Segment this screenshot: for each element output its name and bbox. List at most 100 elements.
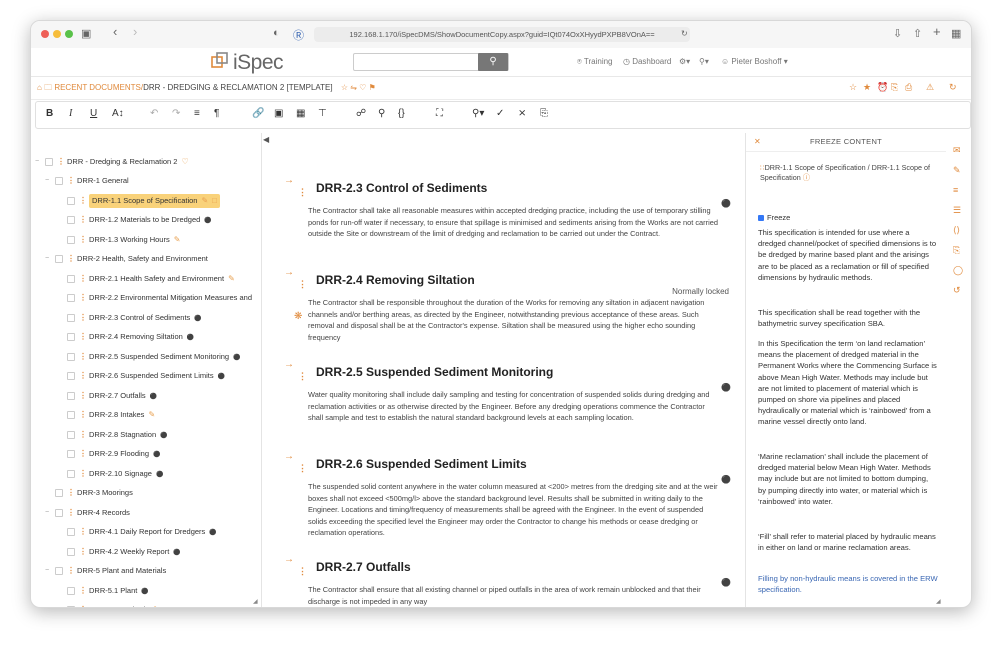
spellcheck-icon[interactable]: ✓ (496, 108, 504, 119)
drag-handle-icon[interactable]: ⋮ (298, 371, 307, 382)
print-icon[interactable]: ⎙ (905, 82, 912, 93)
download-icon[interactable]: ⇩ (893, 27, 902, 40)
drag-handle-icon[interactable]: ⋮ (298, 187, 307, 198)
user-menu[interactable]: ☺ Pieter Boshoff ▾ (721, 57, 788, 66)
underline-button[interactable]: U (90, 108, 97, 119)
drag-handle-icon[interactable]: ⋮ (67, 252, 75, 266)
close-icon[interactable]: ✕ (754, 137, 761, 146)
drag-handle-icon[interactable]: ⋮ (67, 486, 75, 500)
drag-handle-icon[interactable]: ⋮ (298, 279, 307, 290)
breadcrumb-recent[interactable]: RECENT DOCUMENTS (54, 83, 141, 92)
tree-checkbox[interactable] (67, 430, 75, 439)
search-button[interactable]: ⚲ (478, 53, 508, 71)
tree-checkbox[interactable] (67, 469, 75, 478)
insert-icon[interactable]: ⊤ (318, 108, 327, 119)
collapse-icon[interactable]: − (45, 506, 51, 520)
fullscreen-icon[interactable]: ⛶ (436, 108, 443, 119)
expand-arrow-icon[interactable]: → (284, 175, 294, 186)
save-icon[interactable]: ⎘ (953, 245, 960, 256)
expand-arrow-icon[interactable]: → (284, 554, 294, 565)
tree-checkbox[interactable] (67, 391, 75, 400)
resize-handle-icon[interactable]: ◢ (253, 598, 258, 605)
collapse-icon[interactable]: − (45, 564, 51, 578)
tree-checkbox[interactable] (67, 235, 75, 244)
new-tab-icon[interactable]: + (933, 24, 941, 39)
tree-checkbox[interactable] (55, 567, 63, 575)
expand-arrow-icon[interactable]: → (284, 451, 294, 462)
drag-handle-icon[interactable]: ⋮ (79, 525, 87, 539)
expand-arrow-icon[interactable]: → (284, 359, 294, 370)
training-link[interactable]: ⍟ Training (577, 57, 613, 67)
tree-checkbox[interactable] (67, 606, 75, 607)
drag-handle-icon[interactable]: ⋮ (298, 566, 307, 577)
comments-icon[interactable]: ✉ (953, 145, 961, 156)
drag-handle-icon[interactable]: ⋮ (79, 467, 87, 481)
italic-button[interactable]: I (69, 108, 72, 119)
drag-handle-icon[interactable]: ⋮ (67, 174, 75, 188)
tree-checkbox[interactable] (67, 196, 75, 205)
close-window-button[interactable] (41, 30, 49, 38)
share-icon[interactable]: ⇧ (913, 27, 922, 40)
tree-checkbox[interactable] (67, 547, 75, 556)
align-icon[interactable]: ≡ (194, 108, 200, 119)
warning-icon[interactable]: ⚠ (926, 82, 934, 93)
like-doc-icon[interactable]: ☆ (849, 82, 857, 93)
drag-handle-icon[interactable]: ⋮ (67, 506, 75, 520)
paste-icon[interactable]: ⎘ (540, 108, 548, 119)
url-bar[interactable]: 192.168.1.170/iSpecDMS/ShowDocumentCopy.… (314, 27, 690, 42)
link-icon[interactable]: 🔗 (252, 108, 264, 119)
tag-icon[interactable]: ⚑ (369, 83, 376, 92)
drag-handle-icon[interactable]: ⋮ (79, 272, 87, 286)
list-icon[interactable]: ≡ (953, 185, 958, 195)
drag-handle-icon[interactable]: ⋮ (79, 603, 87, 607)
tree-checkbox[interactable] (55, 177, 63, 185)
undo-history-icon[interactable]: ↺ (953, 285, 961, 296)
refresh-icon[interactable]: ↻ (949, 82, 957, 93)
tree-checkbox[interactable] (67, 274, 75, 283)
tree-checkbox[interactable] (67, 372, 75, 380)
undo-icon[interactable]: ↶ (150, 108, 158, 119)
notes-icon[interactable]: ✎ (953, 165, 961, 176)
tree-checkbox[interactable] (67, 216, 75, 224)
history-icon[interactable]: ◯ (953, 265, 963, 276)
app-logo[interactable]: iSpec (233, 51, 284, 75)
tree-checkbox[interactable] (67, 313, 75, 322)
lock-icon[interactable]: ⚫ (721, 199, 731, 208)
dashboard-link[interactable]: ◷ Dashboard (623, 57, 671, 66)
tab-overview-icon[interactable]: ▦ (951, 27, 961, 40)
drag-handle-icon[interactable]: ⋮ (79, 350, 87, 364)
freeze-checkbox[interactable]: Freeze (758, 213, 790, 222)
forward-icon[interactable]: › (133, 24, 137, 39)
drag-handle-icon[interactable]: ⋮ (79, 213, 87, 227)
font-size-button[interactable]: A↕ (112, 108, 124, 119)
sidebar-toggle-icon[interactable]: ▣ (81, 27, 91, 40)
export-icon[interactable]: ⎘ (891, 82, 898, 93)
lock-icon[interactable]: ⚫ (721, 578, 731, 587)
back-icon[interactable]: ‹ (113, 24, 117, 39)
extension-icon[interactable]: Ⓡ (293, 27, 304, 43)
zoom-icon[interactable]: ⚲▾ (472, 108, 484, 119)
tree-checkbox[interactable] (45, 158, 53, 166)
section-settings-icon[interactable]: ❋ (294, 311, 302, 322)
tree-checkbox[interactable] (67, 450, 75, 458)
drag-handle-icon[interactable]: ⋮ (79, 389, 87, 403)
section-body[interactable]: The Contractor shall take all reasonable… (308, 205, 718, 240)
like-icon[interactable]: ♡ (359, 83, 366, 92)
drag-handle-icon[interactable]: ⋮ (79, 233, 87, 247)
collapse-icon[interactable]: − (35, 155, 41, 169)
home-icon[interactable]: ⌂ (37, 83, 42, 92)
drag-handle-icon[interactable]: ⋮ (79, 311, 87, 325)
drag-handle-icon[interactable]: ⋮ (79, 291, 87, 305)
resize-handle-icon[interactable]: ◢ (936, 598, 941, 605)
redo-icon[interactable]: ↷ (172, 108, 180, 119)
checkbox-checked-icon[interactable] (758, 215, 764, 222)
tree-checkbox[interactable] (67, 333, 75, 341)
drag-handle-icon[interactable]: ⋮ (79, 330, 87, 344)
drag-handle-icon[interactable]: ⋮ (57, 155, 65, 169)
section-body[interactable]: The Contractor shall be responsible thro… (308, 297, 718, 343)
collapse-icon[interactable]: − (45, 174, 51, 188)
maximize-window-button[interactable] (65, 30, 73, 38)
tree-checkbox[interactable] (55, 489, 63, 497)
clear-format-icon[interactable]: ⨯ (518, 108, 526, 119)
drag-handle-icon[interactable]: ⋮ (79, 545, 87, 559)
